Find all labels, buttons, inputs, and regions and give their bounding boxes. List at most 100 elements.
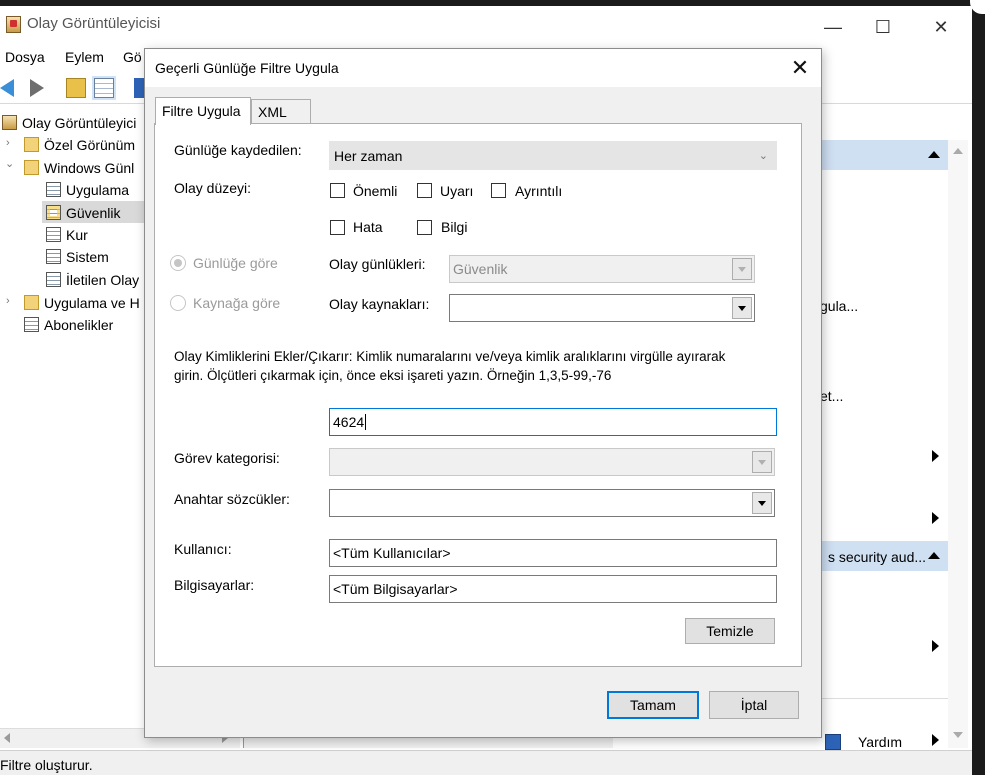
dropdown-arrow-icon[interactable] [752, 451, 772, 473]
dialog-close-button[interactable]: ✕ [785, 56, 815, 82]
task-category-label: Görev kategorisi: [174, 450, 280, 466]
critical-checkbox[interactable] [330, 183, 345, 198]
event-sources-dropdown[interactable] [449, 294, 755, 322]
user-value: <Tüm Kullanıcılar> [333, 545, 451, 561]
tree-item-label: Sistem [66, 249, 109, 265]
task-category-dropdown[interactable] [329, 448, 775, 476]
actions-vertical-scrollbar[interactable] [948, 140, 968, 748]
minimize-button[interactable]: — [810, 12, 856, 44]
log-icon [46, 249, 61, 264]
log-icon [46, 182, 61, 197]
dropdown-arrow-icon[interactable] [752, 492, 772, 514]
cancel-button[interactable]: İptal [709, 691, 799, 719]
main-title-bar[interactable]: Olay Görüntüleyicisi — ☐ ✕ [0, 6, 972, 42]
actions-pane: gula... et... s security aud... Yardım [820, 108, 972, 750]
event-level-label: Olay düzeyi: [174, 180, 252, 196]
action-item-help[interactable]: Yardım [858, 734, 902, 750]
close-window-button[interactable]: ✕ [918, 12, 964, 44]
event-ids-description-line1: Olay Kimliklerini Ekler/Çıkarır: Kimlik … [174, 349, 726, 364]
back-arrow-icon[interactable] [0, 79, 14, 97]
tree-item-forwarded-events[interactable]: İletilen Olay [46, 270, 139, 290]
tree-item-system[interactable]: Sistem [46, 247, 109, 267]
actions-section-header[interactable] [820, 140, 948, 170]
tree-item-apps-and-services[interactable]: Uygulama ve H [24, 293, 140, 313]
tree-item-label: Windows Günl [44, 160, 135, 176]
folder-icon [24, 295, 39, 310]
dropdown-arrow-icon[interactable] [732, 258, 752, 280]
help-icon [825, 734, 841, 750]
tab-xml[interactable]: XML [251, 99, 311, 124]
user-label: Kullanıcı: [174, 541, 232, 557]
submenu-arrow-icon[interactable] [932, 450, 939, 462]
event-ids-input[interactable]: 4624 [329, 408, 777, 436]
folder-up-icon[interactable] [66, 78, 86, 98]
computers-value: <Tüm Bilgisayarlar> [333, 581, 458, 597]
by-source-radio[interactable] [170, 295, 186, 311]
user-input[interactable]: <Tüm Kullanıcılar> [329, 539, 777, 567]
filter-tab-panel: Günlüğe kaydedilen: Her zaman ⌄ Olay düz… [154, 123, 802, 667]
scroll-left-arrow-icon[interactable] [4, 733, 10, 743]
action-item[interactable]: et... [820, 388, 843, 404]
tree-item-setup[interactable]: Kur [46, 225, 88, 245]
collapse-up-icon[interactable] [928, 552, 940, 559]
error-label: Hata [353, 219, 383, 235]
filter-dialog: Geçerli Günlüğe Filtre Uygula ✕ Filtre U… [144, 48, 822, 738]
dialog-title-bar[interactable]: Geçerli Günlüğe Filtre Uygula ✕ [145, 49, 821, 87]
chevron-right-icon[interactable]: › [6, 137, 10, 149]
tree-item-custom-views[interactable]: Özel Görünüm [24, 135, 135, 155]
event-logs-dropdown[interactable]: Güvenlik [449, 255, 755, 283]
menu-view[interactable]: Gö [123, 49, 142, 65]
submenu-arrow-icon[interactable] [932, 734, 939, 746]
tree-item-label: Uygulama [66, 182, 130, 198]
tree-item-label: İletilen Olay [66, 272, 140, 288]
computers-input[interactable]: <Tüm Bilgisayarlar> [329, 575, 777, 603]
folder-icon [24, 160, 39, 175]
tree-item-security[interactable]: Güvenlik [46, 203, 120, 223]
menu-action[interactable]: Eylem [65, 49, 104, 65]
information-checkbox[interactable] [417, 220, 432, 235]
action-item[interactable]: gula... [820, 298, 858, 314]
tree-item-label: Kur [66, 227, 88, 243]
error-checkbox[interactable] [330, 220, 345, 235]
keywords-label: Anahtar sözcükler: [174, 491, 290, 507]
submenu-arrow-icon[interactable] [932, 512, 939, 524]
divider [820, 698, 948, 699]
event-ids-description-line2: girin. Ölçütleri çıkarmak için, önce eks… [174, 368, 612, 383]
logged-combobox[interactable]: Her zaman ⌄ [329, 141, 777, 170]
by-log-label: Günlüğe göre [193, 255, 278, 271]
event-logs-value: Güvenlik [453, 261, 508, 277]
show-hide-tree-icon[interactable] [94, 78, 114, 98]
window-title: Olay Görüntüleyicisi [27, 15, 161, 32]
tree-item-label: Özel Görünüm [44, 137, 136, 153]
by-log-radio[interactable] [170, 255, 186, 271]
maximize-button[interactable]: ☐ [860, 12, 906, 44]
scroll-up-arrow-icon[interactable] [953, 148, 963, 154]
forward-arrow-icon[interactable] [30, 79, 44, 97]
scroll-down-arrow-icon[interactable] [953, 732, 963, 738]
tree-item-windows-logs[interactable]: Windows Günl [24, 158, 134, 178]
chevron-down-icon[interactable]: ⌄ [5, 157, 14, 170]
navigation-tree: Olay Görüntüleyici › Özel Görünüm ⌄ Wind… [0, 108, 150, 728]
event-section-header[interactable]: s security aud... [820, 541, 948, 571]
tree-item-root[interactable]: Olay Görüntüleyici [2, 113, 136, 133]
by-source-label: Kaynağa göre [193, 295, 281, 311]
critical-label: Önemli [353, 183, 398, 199]
verbose-checkbox[interactable] [491, 183, 506, 198]
warning-checkbox[interactable] [417, 183, 432, 198]
dropdown-arrow-icon[interactable] [732, 297, 752, 319]
event-viewer-icon [2, 115, 17, 130]
menu-file[interactable]: Dosya [5, 49, 45, 65]
subscriptions-icon [24, 317, 39, 332]
chevron-right-icon[interactable]: › [6, 295, 10, 307]
tree-item-label: Abonelikler [44, 317, 114, 333]
event-logs-label: Olay günlükleri: [329, 256, 426, 272]
tab-filter[interactable]: Filtre Uygula [155, 97, 251, 125]
ok-button[interactable]: Tamam [607, 691, 699, 719]
clear-button[interactable]: Temizle [685, 618, 775, 644]
submenu-arrow-icon[interactable] [932, 640, 939, 652]
collapse-up-icon[interactable] [928, 151, 940, 158]
tree-item-subscriptions[interactable]: Abonelikler [24, 315, 113, 335]
keywords-dropdown[interactable] [329, 489, 775, 517]
tree-item-label: Uygulama ve H [44, 295, 140, 311]
tree-item-application[interactable]: Uygulama [46, 180, 129, 200]
